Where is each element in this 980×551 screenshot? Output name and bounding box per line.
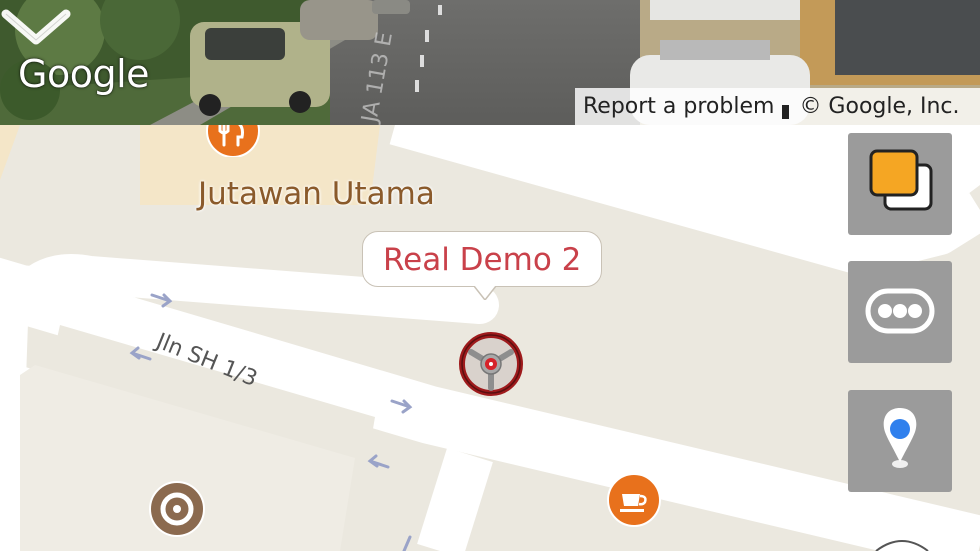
- layers-button[interactable]: [848, 133, 952, 235]
- restaurant-icon[interactable]: [206, 125, 260, 157]
- report-problem-link[interactable]: Report a problem: [583, 94, 774, 119]
- more-options-button[interactable]: [848, 261, 952, 363]
- partial-map-marker: [875, 540, 929, 551]
- copyright-text: © Google, Inc.: [799, 94, 960, 119]
- more-dots-icon: [865, 288, 935, 334]
- my-location-button[interactable]: [848, 390, 952, 492]
- layers-icon: [869, 149, 933, 211]
- attribution-bar: Report a problem © Google, Inc.: [575, 88, 980, 125]
- google-logo: Google: [18, 52, 150, 96]
- bubble-tail: [474, 286, 496, 300]
- chevron-down-icon[interactable]: [0, 0, 72, 50]
- place-icon[interactable]: [148, 480, 206, 538]
- map-view[interactable]: Jutawan Utama Jln SH 1/3 Real Demo 2: [0, 125, 980, 551]
- marker-info-bubble[interactable]: Real Demo 2: [362, 231, 603, 287]
- cafe-icon[interactable]: [606, 472, 662, 528]
- location-pin-icon: [883, 408, 917, 468]
- poi-label-restaurant[interactable]: Jutawan Utama: [198, 176, 435, 212]
- steering-wheel-icon[interactable]: [457, 330, 525, 398]
- attribution-separator: [782, 104, 790, 119]
- street-view-panel[interactable]: JA 113 E Google Report a problem © Googl…: [0, 0, 980, 125]
